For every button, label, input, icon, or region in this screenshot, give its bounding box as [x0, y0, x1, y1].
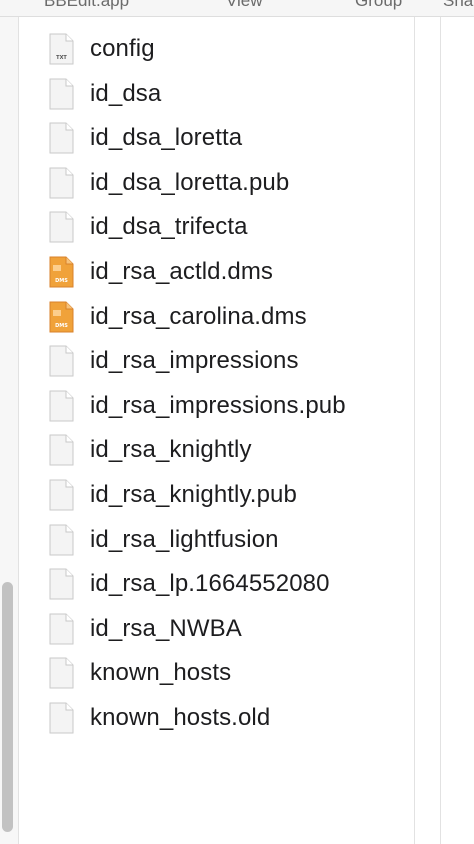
file-name: id_rsa_carolina.dms — [90, 302, 307, 330]
file-name: config — [90, 35, 155, 62]
file-row[interactable]: id_dsa_loretta — [49, 116, 409, 160]
far-column — [441, 17, 474, 844]
txt-file-icon: TXT — [49, 33, 74, 65]
document-icon — [49, 524, 74, 556]
file-name: id_dsa — [90, 79, 162, 107]
file-row[interactable]: DMS id_rsa_actld.dms — [49, 250, 409, 294]
file-type-badge: DMS — [55, 322, 68, 329]
file-type-badge: TXT — [56, 55, 67, 61]
file-row[interactable]: id_rsa_lightfusion — [49, 518, 409, 562]
document-icon — [49, 613, 74, 645]
file-name: id_dsa_trifecta — [90, 213, 248, 241]
file-row[interactable]: id_rsa_knightly — [49, 428, 409, 472]
file-name: id_rsa_knightly.pub — [90, 481, 297, 508]
file-name: known_hosts — [90, 659, 232, 687]
file-name: id_dsa_loretta — [90, 124, 243, 152]
file-row[interactable]: DMS id_rsa_carolina.dms — [49, 295, 409, 339]
file-row[interactable]: id_dsa_loretta.pub — [49, 161, 409, 205]
file-type-badge: DMS — [55, 278, 68, 284]
file-name: id_rsa_actld.dms — [90, 258, 274, 285]
file-name: id_rsa_impressions.pub — [90, 391, 346, 419]
previous-column — [0, 17, 19, 844]
document-icon — [49, 390, 74, 422]
file-row[interactable]: id_dsa — [49, 72, 409, 116]
toolbar-item-app[interactable]: BBEdit.app — [44, 0, 129, 11]
file-list-column: TXT config id_dsa id_dsa_loretta id_dsa_lore… — [19, 17, 415, 844]
file-row[interactable]: id_rsa_impressions — [49, 339, 409, 383]
file-row[interactable]: id_dsa_trifecta — [49, 205, 409, 249]
file-row[interactable]: id_rsa_NWBA — [49, 607, 409, 651]
document-icon — [49, 657, 74, 689]
document-icon — [49, 211, 74, 243]
toolbar-item-view[interactable]: View — [226, 0, 263, 11]
dms-file-icon: DMS — [49, 256, 74, 288]
toolbar-item-group[interactable]: Group — [355, 0, 402, 11]
file-row[interactable]: id_rsa_lp.1664552080 — [49, 562, 409, 606]
document-icon — [49, 479, 74, 511]
file-name: id_rsa_lightfusion — [90, 525, 279, 553]
top-toolbar: BBEdit.app View Group Sha — [0, 0, 474, 17]
file-name: id_dsa_loretta.pub — [90, 168, 290, 196]
document-icon — [49, 568, 74, 600]
file-row[interactable]: known_hosts — [49, 651, 409, 695]
toolbar-item-share[interactable]: Sha — [443, 0, 473, 11]
finder-window: BBEdit.app View Group Sha TXT config id_ds… — [0, 0, 474, 844]
file-row[interactable]: known_hosts.old — [49, 696, 409, 740]
file-row[interactable]: id_rsa_knightly.pub — [49, 473, 409, 517]
document-icon — [49, 167, 74, 199]
document-icon — [49, 78, 74, 110]
document-icon — [49, 702, 74, 734]
next-column — [415, 17, 441, 844]
scrollbar-thumb[interactable] — [2, 582, 13, 832]
file-name: known_hosts.old — [90, 704, 271, 731]
document-icon — [49, 122, 74, 154]
dms-file-icon: DMS — [49, 301, 74, 333]
document-icon — [49, 345, 74, 377]
file-name: id_rsa_knightly — [90, 436, 252, 464]
file-row[interactable]: TXT config — [49, 27, 409, 71]
file-name: id_rsa_impressions — [90, 347, 299, 375]
file-row[interactable]: id_rsa_impressions.pub — [49, 384, 409, 428]
file-name: id_rsa_NWBA — [90, 614, 242, 642]
file-name: id_rsa_lp.1664552080 — [90, 570, 330, 598]
document-icon — [49, 434, 74, 466]
